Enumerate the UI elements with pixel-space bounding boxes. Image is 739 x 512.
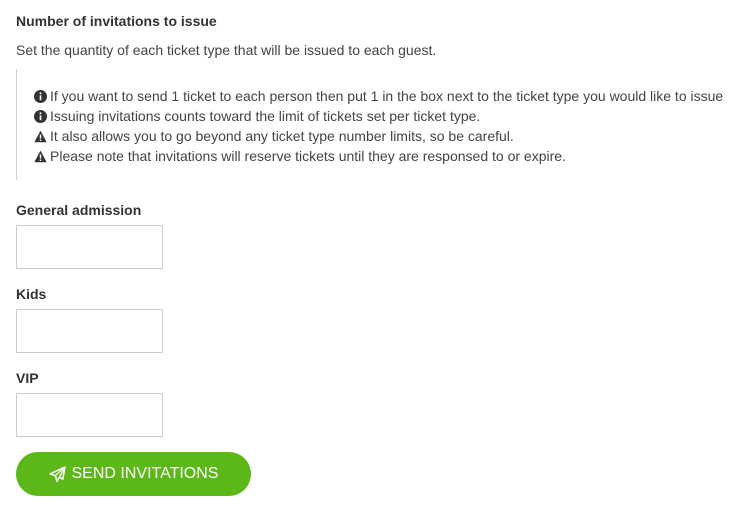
note-text: Issuing invitations counts toward the li… xyxy=(50,108,481,124)
warning-triangle-icon xyxy=(34,150,47,163)
kids-label: Kids xyxy=(16,286,47,302)
paper-plane-icon xyxy=(48,465,66,483)
note-item: It also allows you to go beyond any tick… xyxy=(34,126,736,146)
vip-label: VIP xyxy=(16,370,39,386)
section-subtitle: Set the quantity of each ticket type tha… xyxy=(16,42,437,58)
vip-input[interactable] xyxy=(16,393,163,437)
note-item: Please note that invitations will reserv… xyxy=(34,146,736,166)
note-text: If you want to send 1 ticket to each per… xyxy=(50,88,724,104)
warning-triangle-icon xyxy=(34,130,47,143)
note-text: Please note that invitations will reserv… xyxy=(50,148,566,164)
kids-input[interactable] xyxy=(16,309,163,353)
note-item: If you want to send 1 ticket to each per… xyxy=(34,86,736,106)
invitations-form: Number of invitations to issue Set the q… xyxy=(0,0,739,512)
note-text: It also allows you to go beyond any tick… xyxy=(50,128,514,144)
general-admission-label: General admission xyxy=(16,202,142,218)
info-circle-icon xyxy=(34,109,47,123)
send-invitations-button[interactable]: SEND INVITATIONS xyxy=(16,452,251,496)
section-title: Number of invitations to issue xyxy=(16,13,217,29)
general-admission-input[interactable] xyxy=(16,225,163,269)
notes-blockquote: If you want to send 1 ticket to each per… xyxy=(16,69,736,180)
info-circle-icon xyxy=(34,89,47,103)
note-item: Issuing invitations counts toward the li… xyxy=(34,106,736,126)
send-invitations-label: SEND INVITATIONS xyxy=(71,465,219,482)
